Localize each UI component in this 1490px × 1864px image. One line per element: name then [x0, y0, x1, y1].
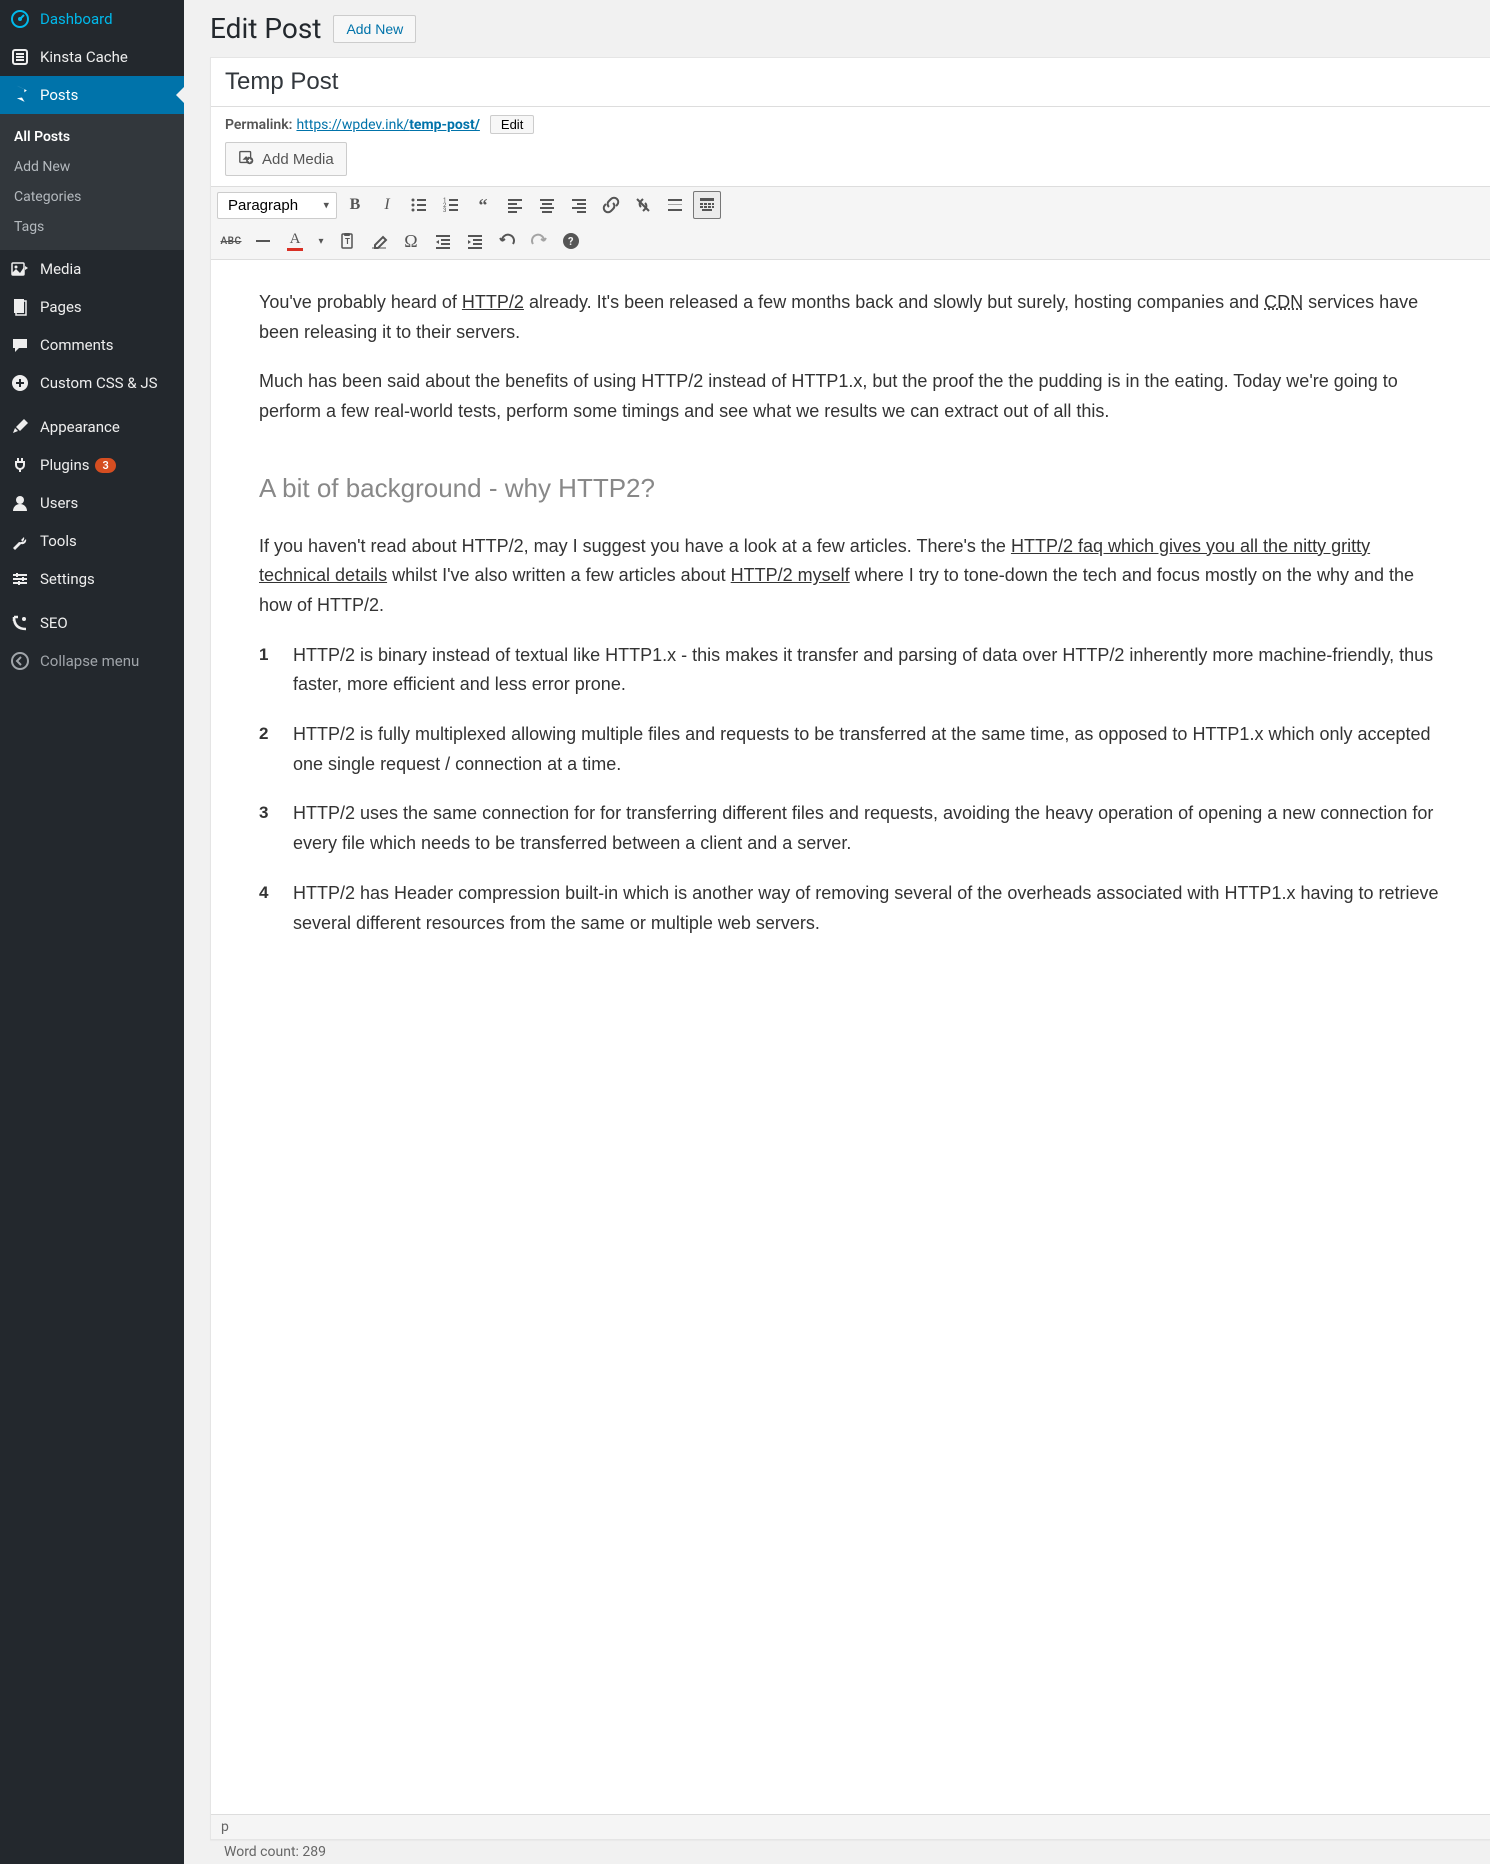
sidebar-item-seo[interactable]: SEO — [0, 604, 184, 642]
media-icon — [10, 259, 30, 279]
sidebar-item-tools[interactable]: Tools — [0, 522, 184, 560]
svg-text:3: 3 — [443, 207, 446, 214]
submenu-item-tags[interactable]: Tags — [0, 212, 184, 242]
undo-button[interactable] — [493, 227, 521, 255]
update-badge: 3 — [95, 458, 115, 473]
horizontal-rule-button[interactable] — [249, 227, 277, 255]
post-editor: Permalink: https://wpdev.ink/temp-post/ … — [210, 57, 1490, 1840]
permalink-label: Permalink: — [225, 117, 292, 133]
add-new-button[interactable]: Add New — [333, 15, 416, 43]
sidebar-item-settings[interactable]: Settings — [0, 560, 184, 598]
indent-button[interactable] — [461, 227, 489, 255]
format-select[interactable]: Paragraph — [217, 192, 337, 219]
sidebar-item-appearance[interactable]: Appearance — [0, 408, 184, 446]
read-more-button[interactable] — [661, 191, 689, 219]
content-paragraph: You've probably heard of HTTP/2 already.… — [259, 288, 1442, 347]
content-ordered-list: HTTP/2 is binary instead of textual like… — [259, 641, 1442, 939]
submenu-item-add-new[interactable]: Add New — [0, 152, 184, 182]
permalink-url[interactable]: https://wpdev.ink/temp-post/ — [296, 117, 479, 133]
unlink-button[interactable] — [629, 191, 657, 219]
page-title: Edit Post — [210, 12, 321, 45]
brush-icon — [10, 417, 30, 437]
permalink-edit-button[interactable]: Edit — [490, 115, 534, 134]
collapse-menu-label: Collapse menu — [40, 652, 139, 670]
collapse-menu-button[interactable]: Collapse menu — [0, 642, 184, 680]
kinsta-icon — [10, 47, 30, 67]
list-item: HTTP/2 is fully multiplexed allowing mul… — [259, 720, 1442, 779]
plug-icon — [10, 455, 30, 475]
sidebar-item-pages[interactable]: Pages — [0, 288, 184, 326]
media-icon — [238, 148, 256, 170]
list-item: HTTP/2 has Header compression built-in w… — [259, 879, 1442, 938]
bullet-list-button[interactable] — [405, 191, 433, 219]
submenu-item-all-posts[interactable]: All Posts — [0, 122, 184, 152]
page-icon — [10, 297, 30, 317]
wrench-icon — [10, 531, 30, 551]
editor-content[interactable]: You've probably heard of HTTP/2 already.… — [211, 260, 1490, 1814]
sidebar-item-users[interactable]: Users — [0, 484, 184, 522]
toolbar-toggle-button[interactable] — [693, 191, 721, 219]
align-center-button[interactable] — [533, 191, 561, 219]
clear-formatting-button[interactable] — [365, 227, 393, 255]
text-color-button[interactable]: A — [281, 227, 309, 255]
permalink-row: Permalink: https://wpdev.ink/temp-post/ … — [211, 107, 1490, 142]
main-content: Edit Post Add New Permalink: https://wpd… — [184, 0, 1490, 1864]
user-icon — [10, 493, 30, 513]
text-color-dropdown[interactable]: ▾ — [313, 227, 329, 255]
align-left-button[interactable] — [501, 191, 529, 219]
list-item: HTTP/2 uses the same connection for for … — [259, 799, 1442, 858]
editor-toolbar: Paragraph B I 123 “ ABC — [211, 186, 1490, 260]
post-title-input[interactable] — [211, 58, 1490, 107]
blockquote-button[interactable]: “ — [469, 191, 497, 219]
svg-text:?: ? — [568, 235, 574, 248]
sidebar-item-dashboard[interactable]: Dashboard — [0, 0, 184, 38]
redo-button[interactable] — [525, 227, 553, 255]
element-path: p — [221, 1819, 1480, 1835]
align-right-button[interactable] — [565, 191, 593, 219]
list-item: HTTP/2 is binary instead of textual like… — [259, 641, 1442, 700]
plus-icon — [10, 373, 30, 393]
collapse-icon — [10, 651, 30, 671]
word-count: Word count: 289 — [210, 1840, 1490, 1864]
italic-button[interactable]: I — [373, 191, 401, 219]
content-heading: A bit of background - why HTTP2? — [259, 467, 1442, 510]
sidebar-item-posts[interactable]: Posts — [0, 76, 184, 114]
dashboard-icon — [10, 9, 30, 29]
seo-icon — [10, 613, 30, 633]
pin-icon — [10, 85, 30, 105]
content-paragraph: Much has been said about the benefits of… — [259, 367, 1442, 426]
sidebar-item-custom-css-js[interactable]: Custom CSS & JS — [0, 364, 184, 402]
paste-text-button[interactable]: T — [333, 227, 361, 255]
help-button[interactable]: ? — [557, 227, 585, 255]
admin-sidebar: DashboardKinsta CachePosts All PostsAdd … — [0, 0, 184, 1864]
sliders-icon — [10, 569, 30, 589]
content-paragraph: If you haven't read about HTTP/2, may I … — [259, 532, 1442, 621]
submenu-item-categories[interactable]: Categories — [0, 182, 184, 212]
numbered-list-button[interactable]: 123 — [437, 191, 465, 219]
add-media-button[interactable]: Add Media — [225, 142, 347, 176]
editor-status-bar: p — [211, 1814, 1490, 1839]
add-media-label: Add Media — [262, 151, 334, 168]
bold-button[interactable]: B — [341, 191, 369, 219]
sidebar-item-kinsta-cache[interactable]: Kinsta Cache — [0, 38, 184, 76]
sidebar-item-plugins[interactable]: Plugins3 — [0, 446, 184, 484]
sidebar-item-media[interactable]: Media — [0, 250, 184, 288]
sidebar-item-comments[interactable]: Comments — [0, 326, 184, 364]
comment-icon — [10, 335, 30, 355]
outdent-button[interactable] — [429, 227, 457, 255]
strikethrough-button[interactable]: ABC — [217, 227, 245, 255]
special-character-button[interactable]: Ω — [397, 227, 425, 255]
svg-text:T: T — [345, 237, 350, 246]
link-button[interactable] — [597, 191, 625, 219]
